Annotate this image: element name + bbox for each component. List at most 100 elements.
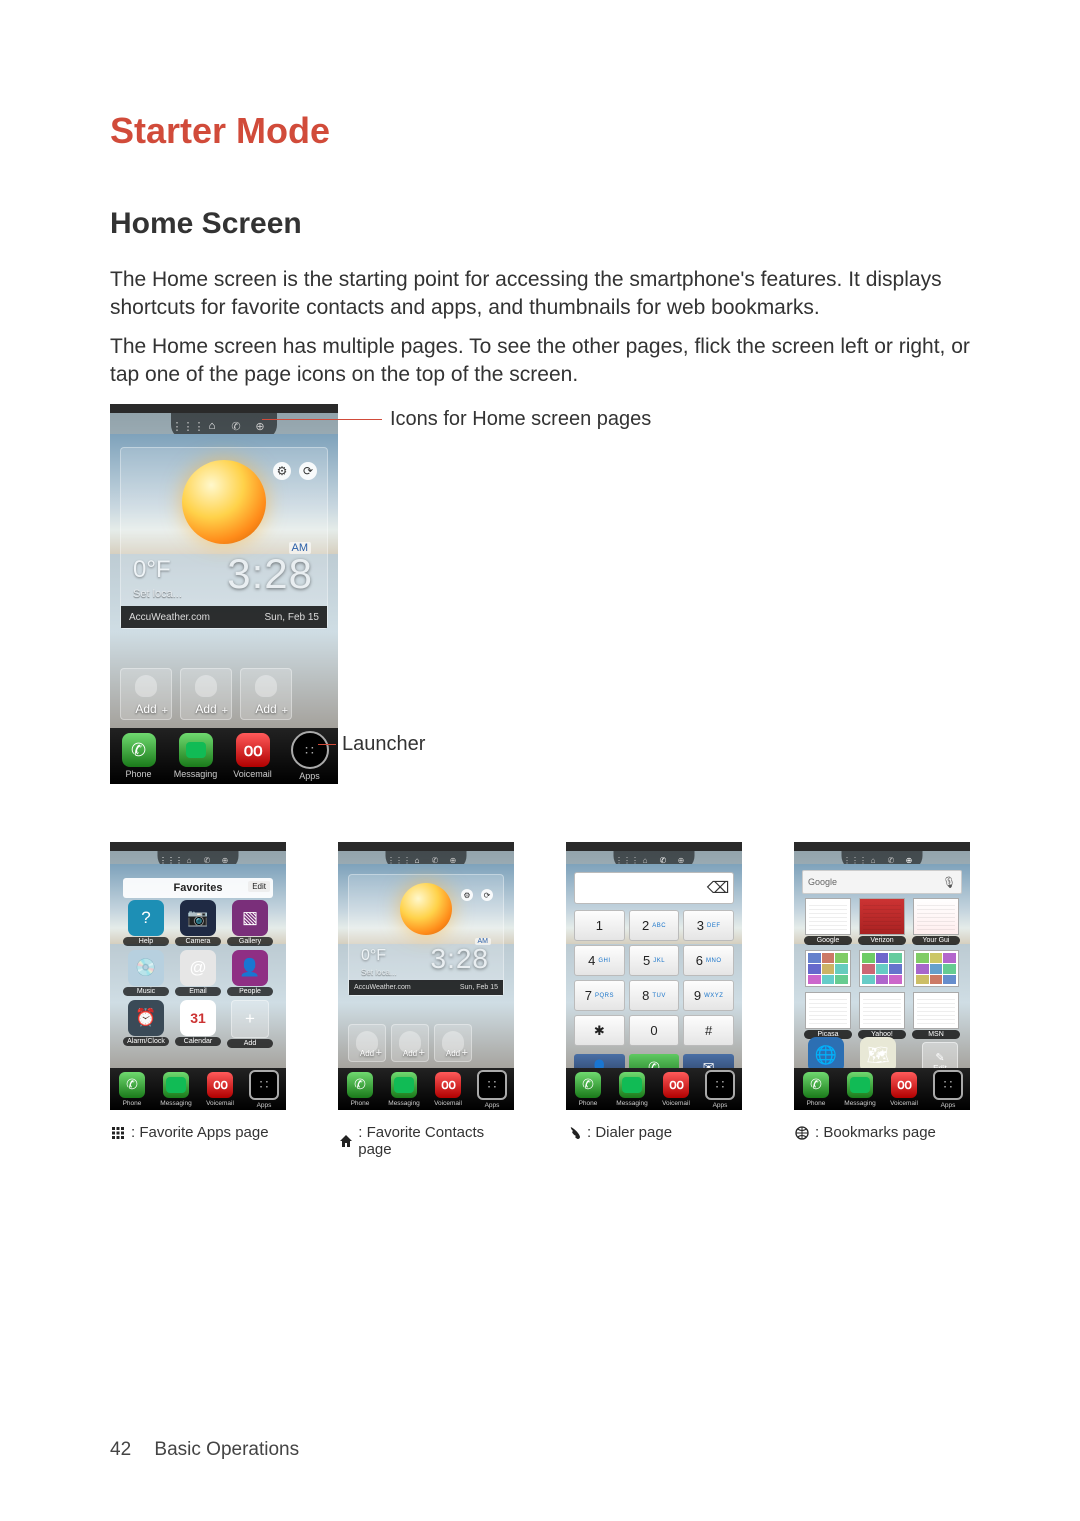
dock-phone[interactable]: ✆ Phone [110, 728, 167, 784]
add-contact-tile[interactable]: Add+ [240, 668, 292, 720]
messaging-icon [179, 733, 213, 767]
dock-voicemail[interactable]: ൦൦Voicemail [198, 1068, 242, 1110]
add-contact-tile[interactable]: Add+ [348, 1024, 386, 1062]
weather-provider: AccuWeather.com [129, 612, 210, 623]
app-people[interactable]: 👤People [227, 950, 273, 996]
paragraph-2: The Home screen has multiple pages. To s… [110, 333, 970, 390]
phone-favorites: ⋮⋮⋮ ⌂ ✆ ⊕ Favorites Edit ?Help📷Camera▧Ga… [110, 842, 286, 1110]
dock-apps[interactable]: ∷Apps [242, 1068, 286, 1110]
key-3[interactable]: 3DEF [683, 910, 734, 941]
clock-time: 3:28 [227, 550, 313, 598]
page-title: Starter Mode [110, 110, 970, 152]
bookmark-thumb[interactable] [858, 950, 906, 987]
tab-dialer-icon[interactable]: ✆ [229, 419, 243, 433]
dock-label: Voicemail [233, 769, 272, 779]
add-contact-tile[interactable]: Add+ [120, 668, 172, 720]
bookmark-thumb[interactable] [804, 950, 852, 987]
search-label: Google [808, 877, 837, 887]
tab-bookmarks-icon[interactable]: ⊕ [253, 419, 267, 433]
page-number: 42 [110, 1439, 131, 1460]
app-email[interactable]: @Email [175, 950, 221, 996]
grid-icon [110, 1125, 126, 1141]
bookmark-google[interactable]: Google [804, 898, 852, 945]
annotated-figure: ⋮⋮⋮ ⌂ ✆ ⊕ ⚙ ⟳ AM 0°F Set loca... 3:28 Ac… [110, 404, 970, 804]
phone-contacts: ⋮⋮⋮ ⌂ ✆ ⊕ ⚙⟳ AM 0°F Set loca... 3:28 Acc… [338, 842, 514, 1110]
set-location[interactable]: Set loca... [133, 588, 182, 600]
refresh-icon[interactable]: ⟳ [299, 462, 317, 480]
bookmark-thumb[interactable] [912, 950, 960, 987]
dock-apps[interactable]: ∷ Apps [281, 728, 338, 784]
callout-launcher: Launcher [342, 733, 425, 756]
phone-dialer: ⋮⋮⋮ ⌂ ✆ ⊕ ⌫ 12ABC3DEF4GHI5JKL6MNO7PQRS8T… [566, 842, 742, 1110]
dock-messaging[interactable]: Messaging [167, 728, 224, 784]
callout-page-icons: Icons for Home screen pages [390, 408, 651, 431]
key-#[interactable]: # [683, 1015, 734, 1046]
mic-icon[interactable]: 🎙 [942, 876, 956, 889]
key-1[interactable]: 1 [574, 910, 625, 941]
apps-launcher-icon: ∷ [291, 731, 329, 769]
bookmark-picasa[interactable]: Picasa [804, 992, 852, 1039]
key-2[interactable]: 2ABC [629, 910, 680, 941]
phone-icon [566, 1125, 582, 1141]
key-7[interactable]: 7PQRS [574, 980, 625, 1011]
dock-label: Phone [125, 769, 151, 779]
favorite-contacts-row: Add+ Add+ Add+ [120, 668, 292, 720]
legend-bookmarks: : Bookmarks page [794, 1124, 970, 1141]
legend-favorite-apps: : Favorite Apps page [110, 1124, 286, 1141]
app-music[interactable]: 💿Music [123, 950, 169, 996]
app-help[interactable]: ?Help [123, 900, 169, 946]
phone-home-main: ⋮⋮⋮ ⌂ ✆ ⊕ ⚙ ⟳ AM 0°F Set loca... 3:28 Ac… [110, 404, 338, 784]
home-icon [338, 1133, 353, 1149]
page-footer: 42 Basic Operations [110, 1439, 299, 1461]
add-contact-tile[interactable]: Add+ [180, 668, 232, 720]
phone-icon: ✆ [122, 733, 156, 767]
temperature: 0°F [133, 556, 171, 584]
phone-bookmarks: ⋮⋮⋮ ⌂ ✆ ⊕ Google 🎙 GoogleVerizonYour Gui… [794, 842, 970, 1110]
legend-dialer: : Dialer page [566, 1124, 742, 1141]
key-✱[interactable]: ✱ [574, 1015, 625, 1046]
key-5[interactable]: 5JKL [629, 945, 680, 976]
edit-button[interactable]: Edit [248, 881, 270, 892]
add-contact-tile[interactable]: Add+ [434, 1024, 472, 1062]
tab-apps-icon[interactable]: ⋮⋮⋮ [181, 419, 195, 433]
favorites-header: Favorites Edit [123, 878, 273, 898]
dock-phone[interactable]: ✆Phone [110, 1068, 154, 1110]
weather-widget[interactable]: ⚙ ⟳ AM 0°F Set loca... 3:28 AccuWeather.… [120, 447, 328, 629]
add-contact-tile[interactable]: Add+ [391, 1024, 429, 1062]
section-heading: Home Screen [110, 207, 970, 241]
key-4[interactable]: 4GHI [574, 945, 625, 976]
key-8[interactable]: 8TUV [629, 980, 680, 1011]
dial-input[interactable]: ⌫ [574, 872, 734, 904]
dock-voicemail[interactable]: ൦൦ Voicemail [224, 728, 281, 784]
weather-widget[interactable]: ⚙⟳ AM 0°F Set loca... 3:28 AccuWeather.c… [348, 874, 504, 996]
bookmark-verizon[interactable]: Verizon [858, 898, 906, 945]
app-calendar[interactable]: 31Calendar [175, 1000, 221, 1048]
status-bar [110, 404, 338, 413]
dock-label: Messaging [174, 769, 218, 779]
backspace-icon[interactable]: ⌫ [703, 873, 733, 903]
weather-date: Sun, Feb 15 [265, 612, 319, 623]
dock: ✆ Phone Messaging ൦൦ Voicemail ∷ Apps [110, 728, 338, 784]
chapter-name: Basic Operations [154, 1439, 299, 1460]
dock-messaging[interactable]: Messaging [154, 1068, 198, 1110]
bookmark-msn[interactable]: MSN [912, 992, 960, 1039]
add-app-tile[interactable]: +Add [227, 1000, 273, 1048]
thumbnail-row: ⋮⋮⋮ ⌂ ✆ ⊕ Favorites Edit ?Help📷Camera▧Ga… [110, 842, 970, 1158]
search-bar[interactable]: Google 🎙 [802, 870, 962, 894]
app-alarmclock[interactable]: ⏰Alarm/Clock [123, 1000, 169, 1048]
key-9[interactable]: 9WXYZ [683, 980, 734, 1011]
legend-favorite-contacts: : Favorite Contacts page [338, 1124, 514, 1158]
app-camera[interactable]: 📷Camera [175, 900, 221, 946]
voicemail-icon: ൦൦ [236, 733, 270, 767]
settings-icon[interactable]: ⚙ [273, 462, 291, 480]
dock-label: Apps [299, 771, 320, 781]
app-gallery[interactable]: ▧Gallery [227, 900, 273, 946]
bookmark-yahoo[interactable]: Yahoo! [858, 992, 906, 1039]
sun-icon [182, 460, 266, 544]
key-0[interactable]: 0 [629, 1015, 680, 1046]
tab-home-icon[interactable]: ⌂ [205, 419, 219, 433]
paragraph-1: The Home screen is the starting point fo… [110, 266, 970, 323]
key-6[interactable]: 6MNO [683, 945, 734, 976]
globe-icon [794, 1125, 810, 1141]
bookmark-yourgui[interactable]: Your Gui [912, 898, 960, 945]
